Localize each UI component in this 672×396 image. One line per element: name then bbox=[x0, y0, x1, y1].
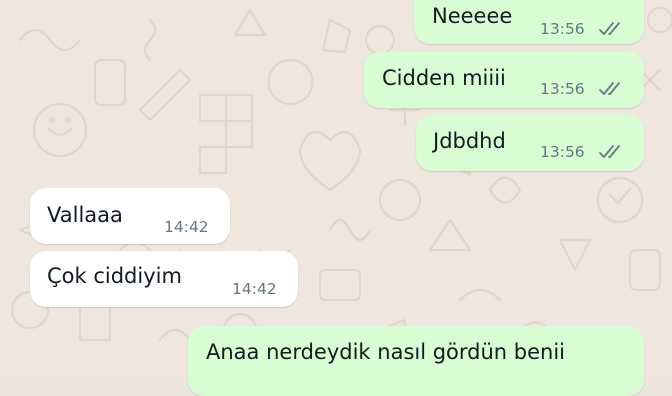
outgoing-message[interactable]: Anaa nerdeydik nasıl gördün benii bbox=[188, 326, 644, 396]
message-text: Anaa nerdeydik nasıl gördün benii bbox=[206, 340, 566, 364]
double-check-icon bbox=[599, 22, 620, 35]
message-text: Çok ciddiyim bbox=[47, 264, 182, 288]
outgoing-message[interactable]: Jdbdhd 13:56 bbox=[416, 115, 644, 171]
message-time: 14:42 bbox=[164, 218, 209, 236]
message-time: 13:56 bbox=[540, 143, 585, 161]
double-check-icon bbox=[599, 82, 620, 95]
message-text: Jdbdhd bbox=[433, 129, 506, 153]
outgoing-message[interactable]: Neeeee 13:56 bbox=[414, 0, 644, 44]
incoming-message[interactable]: Çok ciddiyim 14:42 bbox=[30, 251, 298, 307]
message-text: Cidden miiii bbox=[382, 66, 506, 90]
message-text: Neeeee bbox=[432, 4, 513, 28]
message-time: 13:56 bbox=[540, 80, 585, 98]
outgoing-message[interactable]: Cidden miiii 13:56 bbox=[364, 52, 644, 108]
double-check-icon bbox=[599, 145, 620, 158]
message-time: 14:42 bbox=[232, 280, 277, 298]
incoming-message[interactable]: Vallaaa 14:42 bbox=[30, 188, 230, 244]
message-time: 13:56 bbox=[540, 20, 585, 38]
message-text: Vallaaa bbox=[47, 203, 123, 227]
